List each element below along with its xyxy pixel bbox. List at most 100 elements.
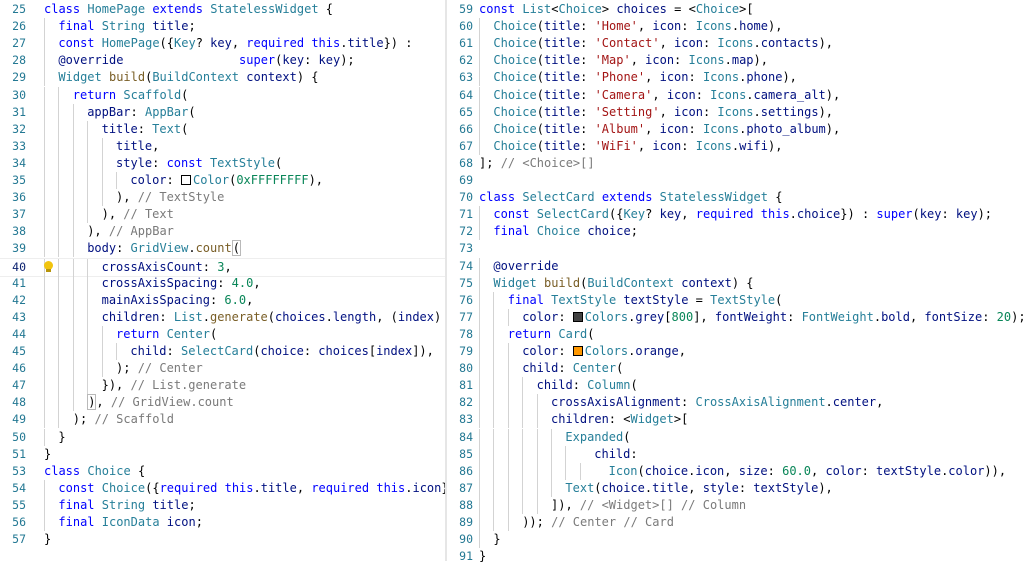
code-line[interactable]: 27 const HomePage({Key? key, required thi…: [0, 35, 446, 53]
code-line[interactable]: 84 Expanded(: [447, 428, 1024, 446]
code-line[interactable]: 78 return Card(: [447, 325, 1024, 343]
code-line[interactable]: 29 Widget build(BuildContext context) {: [0, 69, 446, 87]
code-line[interactable]: 54 const Choice({required this.title, req…: [0, 479, 463, 497]
indent-guide: [44, 18, 45, 36]
code-line[interactable]: 73: [447, 240, 1024, 257]
code-line[interactable]: 70 class SelectCard extends StatelessWidg…: [447, 189, 1024, 206]
code-line[interactable]: 41 crossAxisSpacing: 4.0,: [0, 274, 446, 292]
code-line[interactable]: 91}: [447, 548, 1024, 565]
indent-guide: [58, 137, 60, 155]
indent-guide: [536, 479, 538, 497]
code-line[interactable]: 87 Text(choice.title, style: textStyle),: [447, 479, 1024, 497]
code-line[interactable]: 69: [447, 172, 1024, 189]
editor-pane-left[interactable]: 25 class HomePage extends StatelessWidget…: [0, 0, 463, 561]
code-token: >[: [739, 2, 754, 16]
code-line[interactable]: 42 mainAxisSpacing: 6.0,: [0, 291, 446, 309]
code-line[interactable]: 72 final Choice choice;: [447, 223, 1024, 241]
code-line[interactable]: 64 Choice(title: 'Camera', icon: Icons.ca…: [447, 86, 1024, 104]
code-line[interactable]: 65 Choice(title: 'Setting', icon: Icons.s…: [447, 103, 1024, 121]
code-line[interactable]: 71 const SelectCard({Key? key, required t…: [447, 206, 1024, 224]
code-token: CrossAxisAlignment: [695, 395, 826, 410]
code-text: Icon(choice.icon, size: 60.0, color: tex…: [594, 463, 1006, 480]
code-line[interactable]: 28 @override super(key: key);: [0, 52, 446, 70]
code-line[interactable]: 51}: [0, 446, 446, 463]
code-line[interactable]: 57}: [0, 531, 446, 548]
code-token: Text: [565, 480, 595, 495]
code-token: fontWeight: [714, 309, 788, 324]
code-line[interactable]: 45 child: SelectCard(choice: choices[inde…: [0, 343, 446, 360]
code-token: TextStyle: [551, 292, 624, 307]
indent-guide: [479, 462, 480, 480]
code-line[interactable]: 68]; // <Choice>[]: [447, 155, 1024, 172]
code-text: }: [44, 531, 51, 548]
code-line[interactable]: 82 crossAxisAlignment: CrossAxisAlignment…: [447, 394, 1024, 412]
code-line[interactable]: 44 return Center(: [0, 325, 446, 343]
code-token: final: [493, 224, 537, 239]
code-line[interactable]: 36), // TextStyle: [0, 189, 446, 207]
code-token: title: [543, 121, 581, 136]
code-line[interactable]: 26 final String title;: [0, 18, 446, 36]
indent-guide: [58, 86, 60, 104]
code-line[interactable]: 81 child: Column(: [447, 377, 1024, 395]
code-line[interactable]: 39 body: GridView.count(: [0, 240, 446, 258]
code-token: {: [325, 2, 334, 16]
code-line[interactable]: 38), // AppBar: [0, 223, 446, 241]
code-line[interactable]: 46); // Center: [0, 360, 446, 378]
code-line[interactable]: 50}: [0, 428, 446, 446]
code-token: 'Home': [594, 19, 638, 34]
code-line[interactable]: 75 Widget build(BuildContext context) {: [447, 274, 1024, 292]
code-token: Widget: [58, 70, 109, 85]
color-swatch-icon[interactable]: [572, 311, 583, 322]
code-line[interactable]: 80 child: Center(: [447, 360, 1024, 378]
code-line[interactable]: 35 color: Color(0xFFFFFFFF),: [0, 172, 446, 189]
code-line[interactable]: 53 class Choice {: [0, 463, 446, 480]
code-line[interactable]: 33 title,: [0, 137, 446, 155]
code-line[interactable]: 25 class HomePage extends StatelessWidget…: [0, 1, 446, 18]
code-line[interactable]: 48), // GridView.count: [0, 394, 446, 412]
code-line[interactable]: 66 Choice(title: 'Album', icon: Icons.pho…: [447, 120, 1024, 138]
code-line[interactable]: 61 Choice(title: 'Contact', icon: Icons.c…: [447, 35, 1024, 53]
code-line[interactable]: 49); // Scaffold: [0, 411, 446, 429]
code-token: color: [522, 344, 559, 358]
line-number: 82: [459, 395, 473, 410]
code-token: (: [536, 121, 544, 136]
editor-pane-right[interactable]: 59 const List<Choice> choices = <Choice>[…: [447, 0, 1024, 563]
code-line[interactable]: 88]), // <Widget>[] // Column: [447, 496, 1024, 514]
code-token: :: [580, 121, 595, 136]
code-line[interactable]: 34 style: const TextStyle(: [0, 154, 446, 172]
code-line[interactable]: 31 appBar: AppBar(: [0, 103, 446, 121]
code-line[interactable]: 77 color: Colors. grey[800], fontWeight: F…: [447, 308, 1024, 326]
code-line[interactable]: 30 return Scaffold(: [0, 86, 446, 104]
code-line[interactable]: 55 final String title;: [0, 496, 446, 514]
code-line[interactable]: 74 @override: [447, 257, 1024, 275]
code-token: Icons: [717, 36, 754, 51]
line-number: 88: [459, 497, 473, 512]
code-token: const: [58, 36, 102, 51]
code-line[interactable]: 90}: [447, 531, 1024, 549]
code-line[interactable]: 83 children: <Widget>[: [447, 411, 1024, 429]
code-line[interactable]: 32 title: Text(: [0, 120, 446, 138]
code-line[interactable]: 89)); // Center // Card: [447, 514, 1024, 531]
code-line[interactable]: 37), // Text: [0, 206, 446, 224]
indent-guide: [44, 154, 45, 172]
code-line[interactable]: 76 final TextStyle textStyle = TextStyle(: [447, 291, 1024, 309]
indent-guide: [479, 223, 480, 241]
code-line[interactable]: 67 Choice(title: 'WiFi', icon: Icons.wifi…: [447, 137, 1024, 155]
code-line[interactable]: 56 final IconData icon;: [0, 514, 446, 531]
code-token: Icon: [594, 463, 638, 478]
color-swatch-icon[interactable]: [180, 175, 191, 185]
code-line[interactable]: 59 const List<Choice> choices = <Choice>[: [447, 1, 1024, 18]
code-line[interactable]: 60 Choice(title: 'Home', icon: Icons.home…: [447, 18, 1024, 36]
code-line[interactable]: 85 child:: [447, 445, 1024, 463]
code-line[interactable]: 79 color: Colors.orange,: [447, 343, 1024, 360]
code-line[interactable]: 47}), // List.generate: [0, 377, 446, 395]
code-text: const HomePage({Key? key, required this.…: [58, 35, 412, 52]
code-line[interactable]: 62 Choice(title: 'Map', icon: Icons.map),: [447, 52, 1024, 70]
line-number: 74: [459, 258, 473, 273]
code-line[interactable]: 43 children: List.generate(choices.length…: [0, 308, 456, 326]
code-line[interactable]: 63 Choice(title: 'Phone', icon: Icons.pho…: [447, 69, 1024, 87]
line-number: 59: [459, 2, 473, 16]
color-swatch-icon[interactable]: [572, 346, 583, 356]
lightbulb-icon[interactable]: [44, 260, 53, 273]
code-line[interactable]: 86 Icon(choice.icon, size: 60.0, color: …: [447, 462, 1024, 480]
